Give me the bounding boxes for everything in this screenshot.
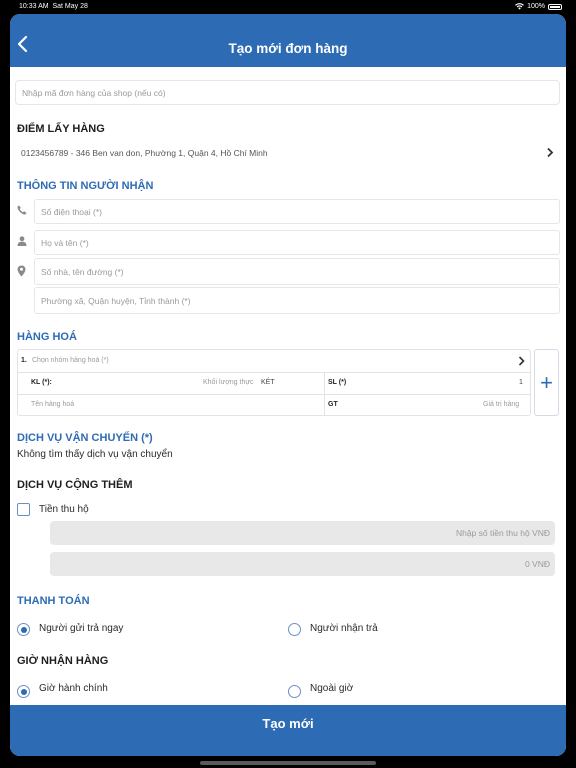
add-goods-button[interactable]: + — [534, 349, 559, 416]
plus-icon: + — [540, 369, 553, 395]
area-input[interactable]: Phường xã, Quận huyện, Tỉnh thành (*) — [34, 287, 560, 314]
weight-label: KL (*): — [31, 379, 52, 386]
receive-time-heading: GIỜ NHẬN HÀNG — [17, 655, 109, 667]
weight-unit-select[interactable]: KÉT — [261, 379, 275, 386]
shop-code-placeholder: Nhập mã đơn hàng của shop (nếu có) — [22, 87, 166, 98]
qty-input[interactable]: 1 — [519, 379, 523, 386]
cod-checkbox[interactable] — [17, 503, 30, 516]
status-bar: 10:33 AM Sat May 28 100% — [0, 0, 576, 13]
pickup-heading: ĐIỂM LẤY HÀNG — [17, 123, 105, 135]
battery-icon — [548, 3, 562, 10]
weight-input[interactable]: Khối lượng thực — [203, 379, 254, 386]
divider — [18, 394, 530, 395]
payment-sender-radio[interactable] — [17, 623, 30, 636]
status-time: 10:33 AM Sat May 28 — [19, 3, 88, 10]
divider — [324, 372, 325, 415]
divider — [18, 372, 530, 373]
area-placeholder: Phường xã, Quận huyện, Tỉnh thành (*) — [41, 295, 191, 306]
goods-group-select[interactable]: Chọn nhóm hàng hoá (*) — [32, 357, 109, 364]
home-indicator[interactable] — [200, 761, 376, 765]
cod-total-field: 0 VNĐ — [50, 552, 555, 576]
fullname-placeholder: Họ và tên (*) — [41, 237, 89, 248]
phone-placeholder: Số điện thoại (*) — [41, 206, 102, 217]
shop-code-input[interactable]: Nhập mã đơn hàng của shop (nếu có) — [15, 80, 560, 105]
goods-index: 1. — [21, 357, 27, 364]
phone-input[interactable]: Số điện thoại (*) — [34, 199, 560, 224]
location-pin-icon — [17, 265, 26, 277]
phone-icon — [17, 205, 27, 215]
office-hours-radio[interactable] — [17, 685, 30, 698]
goods-heading: HÀNG HOÁ — [17, 331, 77, 343]
order-sheet: Tạo mới đơn hàng Nhập mã đơn hàng của sh… — [10, 14, 566, 756]
navbar: Tạo mới đơn hàng — [10, 14, 566, 67]
battery-percent: 100% — [527, 3, 545, 10]
create-order-button[interactable]: Tạo mới — [10, 705, 566, 756]
cod-amount-input[interactable]: Nhập số tiền thu hộ VNĐ — [50, 521, 555, 545]
goods-value-input[interactable]: Giá trị hàng — [483, 401, 519, 408]
shipping-service-message: Không tìm thấy dịch vụ vận chuyển — [17, 449, 173, 460]
pickup-address[interactable]: 0123456789 - 346 Ben van don, Phường 1, … — [21, 148, 268, 158]
payment-sender-label: Người gửi trả ngay — [39, 623, 124, 634]
create-order-label: Tạo mới — [262, 716, 314, 731]
goods-item-card: 1. Chọn nhóm hàng hoá (*) KL (*): Khối l… — [17, 349, 531, 416]
value-label: GT — [328, 401, 338, 408]
person-icon — [17, 236, 27, 246]
after-hours-radio[interactable] — [288, 685, 301, 698]
street-input[interactable]: Số nhà, tên đường (*) — [34, 258, 560, 285]
wifi-icon — [515, 3, 524, 10]
fullname-input[interactable]: Họ và tên (*) — [34, 230, 560, 255]
cod-amount-placeholder: Nhập số tiền thu hộ VNĐ — [455, 528, 550, 538]
payment-receiver-label: Người nhận trả — [310, 623, 378, 634]
page-title: Tạo mới đơn hàng — [228, 41, 348, 56]
cod-label: Tiền thu hộ — [39, 504, 89, 515]
payment-receiver-radio[interactable] — [288, 623, 301, 636]
shipping-service-heading: DỊCH VỤ VẬN CHUYỂN (*) — [17, 432, 153, 444]
qty-label: SL (*) — [328, 379, 347, 386]
status-right: 100% — [515, 3, 562, 10]
street-placeholder: Số nhà, tên đường (*) — [41, 266, 124, 277]
goods-name-input[interactable]: Tên hàng hoá — [31, 401, 74, 408]
after-hours-label: Ngoài giờ — [310, 683, 354, 694]
extra-service-heading: DỊCH VỤ CỘNG THÊM — [17, 479, 133, 491]
recipient-heading: THÔNG TIN NGƯỜI NHẬN — [17, 180, 154, 192]
chevron-right-icon[interactable] — [518, 356, 525, 366]
payment-heading: THANH TOÁN — [17, 595, 90, 607]
chevron-right-icon[interactable] — [546, 147, 554, 158]
office-hours-label: Giờ hành chính — [39, 683, 108, 694]
cod-total-value: 0 VNĐ — [524, 559, 550, 569]
